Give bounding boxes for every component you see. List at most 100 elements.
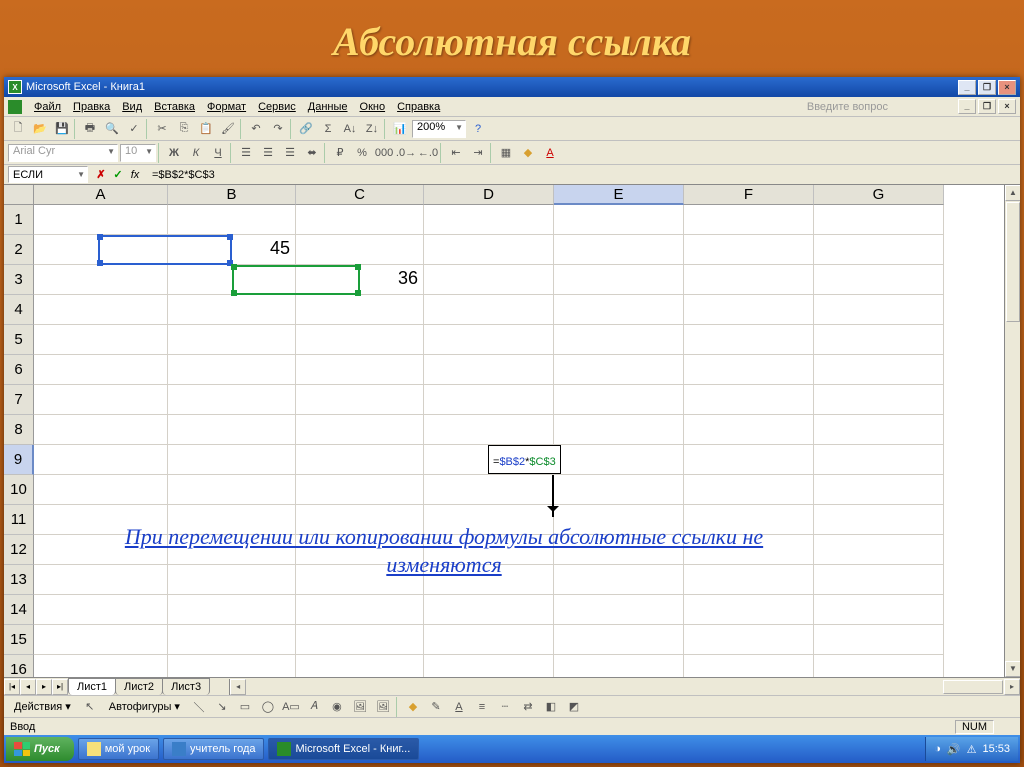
line-icon[interactable]: ＼	[189, 697, 209, 717]
fill-icon[interactable]: ◆	[403, 697, 423, 717]
cell[interactable]	[34, 625, 168, 655]
maximize-button[interactable]: ❐	[978, 80, 996, 95]
cell[interactable]	[554, 355, 684, 385]
row-header[interactable]: 8	[4, 415, 34, 445]
tray-icon[interactable]: ⚠	[967, 743, 977, 756]
sort-asc-icon[interactable]: A↓	[340, 119, 360, 139]
hyperlink-icon[interactable]: 🔗	[296, 119, 316, 139]
col-header[interactable]: F	[684, 185, 814, 205]
sheet-next-icon[interactable]: ▸	[36, 679, 52, 695]
cell[interactable]	[814, 565, 944, 595]
cell[interactable]	[814, 355, 944, 385]
cell[interactable]	[554, 475, 684, 505]
sheet-last-icon[interactable]: ▸|	[52, 679, 68, 695]
cell[interactable]	[34, 325, 168, 355]
cell[interactable]	[684, 235, 814, 265]
cell[interactable]	[814, 235, 944, 265]
cell[interactable]	[424, 355, 554, 385]
row-header[interactable]: 12	[4, 535, 34, 565]
cell[interactable]	[424, 625, 554, 655]
picture-icon[interactable]: 🖼	[373, 697, 393, 717]
cell[interactable]	[168, 325, 296, 355]
cell[interactable]	[814, 325, 944, 355]
spellcheck-icon[interactable]: ✓	[124, 119, 144, 139]
cell[interactable]	[168, 385, 296, 415]
cell[interactable]	[424, 295, 554, 325]
bold-icon[interactable]: Ж	[164, 143, 184, 163]
row-header[interactable]: 15	[4, 625, 34, 655]
cell[interactable]	[296, 475, 424, 505]
redo-icon[interactable]: ↷	[268, 119, 288, 139]
sheet-tab-3[interactable]: Лист3	[162, 678, 210, 695]
row-header[interactable]: 13	[4, 565, 34, 595]
cell[interactable]	[424, 385, 554, 415]
cell[interactable]	[684, 385, 814, 415]
active-cell-edit[interactable]: =$B$2*$C$3	[488, 445, 561, 474]
cell[interactable]	[34, 595, 168, 625]
line-color-icon[interactable]: ✎	[426, 697, 446, 717]
taskbar-item[interactable]: учитель года	[163, 738, 264, 760]
cell[interactable]	[814, 205, 944, 235]
close-button[interactable]: ×	[998, 80, 1016, 95]
cell[interactable]	[34, 415, 168, 445]
col-header[interactable]: A	[34, 185, 168, 205]
taskbar-item[interactable]: мой урок	[78, 738, 159, 760]
cell[interactable]	[424, 655, 554, 677]
cell[interactable]	[424, 235, 554, 265]
menu-tools[interactable]: Сервис	[252, 99, 302, 115]
cell[interactable]: 36	[296, 265, 424, 295]
cell[interactable]	[296, 625, 424, 655]
autoshapes-menu[interactable]: Автофигуры ▾	[103, 698, 186, 715]
row-header[interactable]: 14	[4, 595, 34, 625]
cell[interactable]	[34, 475, 168, 505]
arrow-style-icon[interactable]: ⇄	[518, 697, 538, 717]
cell[interactable]	[424, 325, 554, 355]
comma-icon[interactable]: 000	[374, 143, 394, 163]
dash-icon[interactable]: ┄	[495, 697, 515, 717]
sheet-prev-icon[interactable]: ◂	[20, 679, 36, 695]
col-header[interactable]: C	[296, 185, 424, 205]
new-icon[interactable]: 🗋	[8, 119, 28, 139]
help-icon[interactable]: ?	[468, 119, 488, 139]
cell[interactable]	[554, 325, 684, 355]
row-header[interactable]: 6	[4, 355, 34, 385]
cell[interactable]	[168, 445, 296, 475]
sheet-tab-2[interactable]: Лист2	[115, 678, 163, 695]
row-header[interactable]: 4	[4, 295, 34, 325]
cell[interactable]	[684, 325, 814, 355]
italic-icon[interactable]: К	[186, 143, 206, 163]
menu-format[interactable]: Формат	[201, 99, 252, 115]
col-header[interactable]: E	[554, 185, 684, 205]
cell[interactable]	[684, 625, 814, 655]
sheet-first-icon[interactable]: |◂	[4, 679, 20, 695]
cell[interactable]	[34, 355, 168, 385]
cell[interactable]	[814, 625, 944, 655]
vertical-scrollbar[interactable]: ▲ ▼	[1004, 185, 1020, 677]
3d-icon[interactable]: ◩	[564, 697, 584, 717]
decrease-decimal-icon[interactable]: ←.0	[418, 143, 438, 163]
cell[interactable]	[296, 655, 424, 677]
cell[interactable]	[168, 655, 296, 677]
row-header[interactable]: 1	[4, 205, 34, 235]
cell[interactable]	[684, 445, 814, 475]
doc-close-button[interactable]: ×	[998, 99, 1016, 114]
cell[interactable]	[814, 385, 944, 415]
cell[interactable]	[168, 475, 296, 505]
percent-icon[interactable]: %	[352, 143, 372, 163]
scroll-up-icon[interactable]: ▲	[1005, 185, 1020, 201]
menu-file[interactable]: Файл	[28, 99, 67, 115]
doc-minimize-button[interactable]: _	[958, 99, 976, 114]
draw-actions-menu[interactable]: Действия ▾	[8, 698, 77, 715]
oval-icon[interactable]: ◯	[258, 697, 278, 717]
cell[interactable]	[814, 475, 944, 505]
paste-icon[interactable]: 📋	[196, 119, 216, 139]
cell[interactable]	[168, 415, 296, 445]
textbox-icon[interactable]: A▭	[281, 697, 301, 717]
row-header[interactable]: 11	[4, 505, 34, 535]
cell[interactable]	[34, 385, 168, 415]
chart-icon[interactable]: 📊	[390, 119, 410, 139]
cell[interactable]	[554, 265, 684, 295]
cell[interactable]	[554, 655, 684, 677]
cell[interactable]	[34, 205, 168, 235]
scroll-thumb-h[interactable]	[943, 680, 1003, 694]
